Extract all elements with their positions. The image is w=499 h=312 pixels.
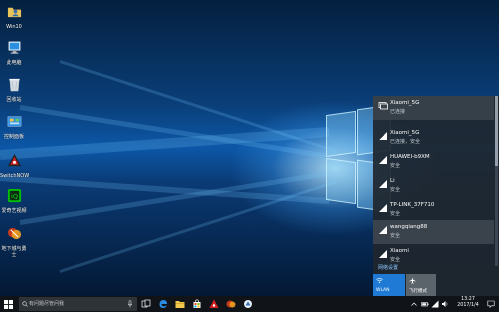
desktop-icon-iqiyi[interactable]: iQ 爱奇艺视频 [0,188,28,214]
start-windows-icon[interactable] [4,300,13,309]
task-view-icon[interactable] [141,299,151,309]
desktop-icon-label: 爱奇艺视频 [1,208,27,214]
desktop-icon-this-pc[interactable]: 此电脑 [0,40,28,66]
desktop-icon-label: 控制面板 [3,134,24,140]
airplane-mode-tile[interactable]: 飞行模式 [406,274,436,296]
network-settings-link[interactable]: 网络设置 [378,264,398,271]
search-input[interactable] [29,299,121,309]
desktop-icon-recycle-bin[interactable]: 回收站 [0,77,28,103]
network-name: Li [390,178,395,184]
volume-icon[interactable] [441,300,449,308]
taskbar-clock[interactable]: 13:27 2017/1/4 [454,297,482,309]
wifi-signal-icon [379,250,387,258]
network-status: 安全 [390,233,401,239]
svg-text:iQ: iQ [11,192,18,200]
chevron-up-icon[interactable] [410,300,418,308]
battery-icon[interactable] [421,300,429,308]
network-status: 安全 [390,163,401,169]
network-name: TP-LINK_37F710 [390,202,435,208]
flyout-scrollbar[interactable] [495,96,498,266]
desktop-icon-label: SwitchNOW [0,173,30,179]
desktop-icon-win10[interactable]: Win10 [0,4,28,30]
user-folder-icon [7,7,21,18]
microphone-icon[interactable] [127,300,133,308]
network-name: wangqiang88 [390,224,428,230]
switchnow-taskbar-icon[interactable] [209,299,219,309]
wifi-signal-icon [379,226,387,234]
wifi-network-item[interactable]: HUAWEI-b9XM 安全 [373,150,494,174]
wifi-network-item[interactable]: TP-LINK_37F710 安全 [373,198,494,222]
wifi-signal-icon [378,132,387,141]
this-pc-icon [8,41,20,54]
wifi-network-item[interactable]: wangqiang88 安全 [373,220,494,244]
action-center-icon[interactable] [487,300,495,308]
store-icon[interactable] [192,299,202,309]
tile-label: WLAN [376,288,390,293]
wifi-network-item[interactable]: Li 安全 [373,174,494,198]
network-status: 安全 [390,211,401,217]
edge-browser-icon[interactable] [158,299,168,309]
clock-date: 2017/1/4 [457,303,479,308]
network-status: 安全 [390,187,401,193]
wifi-signal-icon [379,180,387,188]
network-name: Xiaomi [390,248,409,254]
network-flyout: Xiaomi_5G 已连接 Xiaomi_5G 已连接，安全 HUAWEI-b9… [373,96,499,296]
desktop-icon-game[interactable]: 地下城与勇士 [0,226,28,258]
airplane-icon [409,277,416,284]
cortana-search-box[interactable] [19,297,137,311]
file-explorer-icon[interactable] [175,299,185,309]
network-status: 已连接 [390,109,406,115]
wifi-network-item[interactable]: Xiaomi_5G 已连接，安全 [373,126,494,150]
recycle-bin-icon [8,78,20,92]
scrollbar-thumb[interactable] [495,96,498,166]
iqiyi-icon: iQ [7,188,21,203]
desktop-icon-label: 地下城与勇士 [1,246,27,258]
app-taskbar-icon[interactable] [243,299,253,309]
wlan-toggle-tile[interactable]: WLAN [373,274,405,296]
connected-network[interactable]: Xiaomi_5G 已连接 [373,96,494,120]
game-icon [7,227,21,240]
ethernet-monitor-icon [378,102,388,110]
network-status: 安全 [390,257,401,263]
search-icon [22,301,28,307]
wifi-signal-icon [379,204,387,212]
tile-label: 飞行模式 [409,289,427,294]
network-name: Xiaomi_5G [390,130,420,136]
wifi-tray-icon[interactable] [431,300,439,308]
desktop-icon-switchnow[interactable]: SwitchNOW [0,153,30,179]
network-name: Xiaomi_5G [390,100,420,106]
desktop-icon-label: 此电脑 [6,60,22,66]
switchnow-icon [7,153,21,167]
desktop-icon-label: Win10 [6,24,22,30]
game-taskbar-icon[interactable] [226,299,236,309]
wifi-icon [376,277,383,284]
network-name: HUAWEI-b9XM [390,154,430,160]
desktop-icon-label: 回收站 [6,97,22,103]
desktop-icon-control-panel[interactable]: 控制面板 [0,114,28,140]
wifi-signal-icon [379,156,387,164]
taskbar: 13:27 2017/1/4 [0,296,499,312]
network-status: 已连接，安全 [390,139,421,145]
control-panel-icon [7,116,21,127]
